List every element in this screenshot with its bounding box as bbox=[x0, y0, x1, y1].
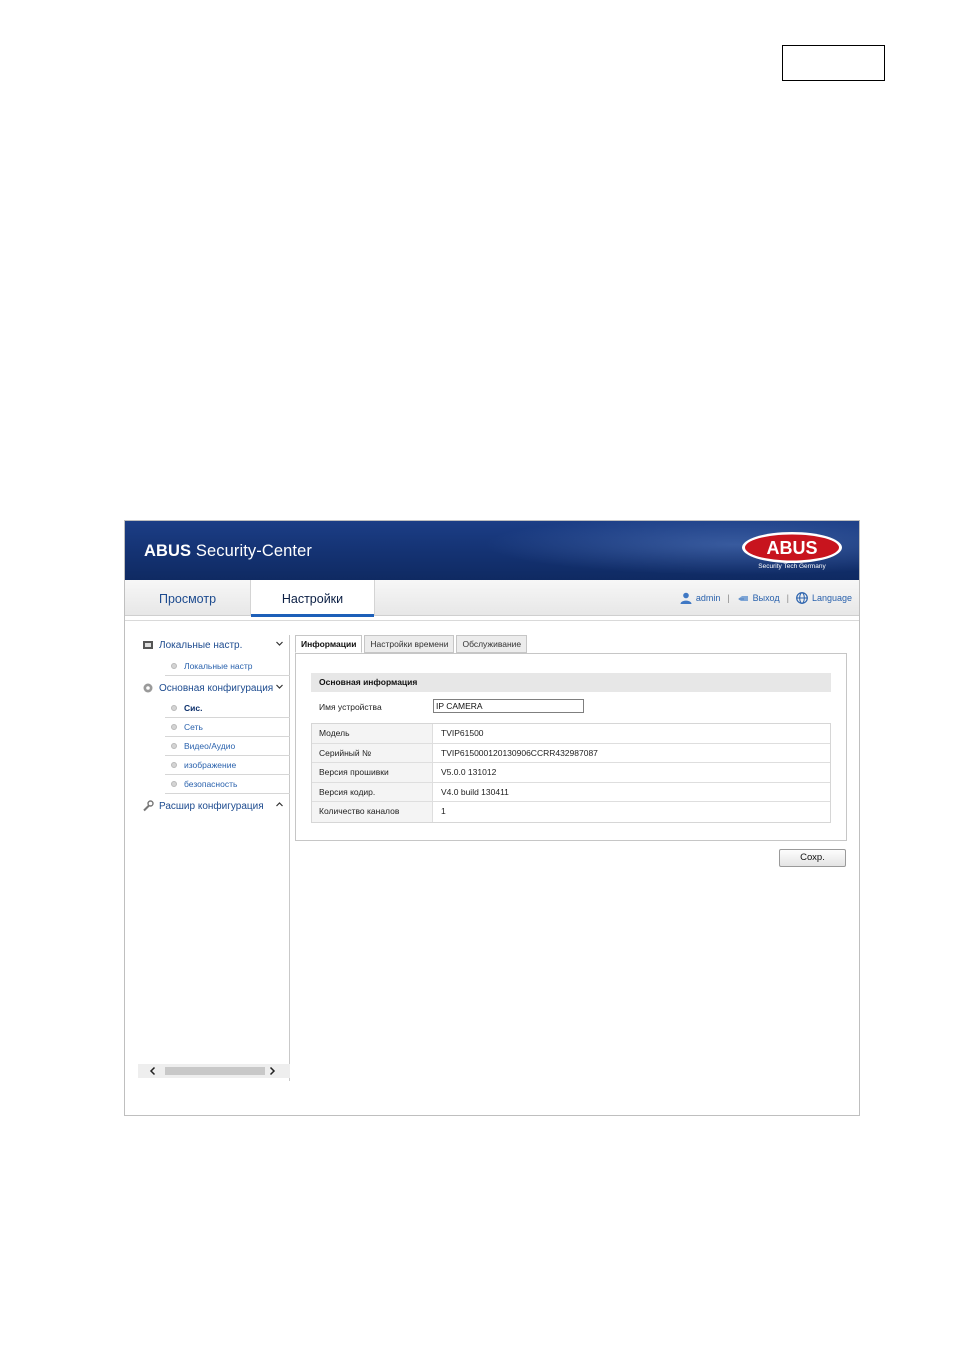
header-banner: ABUS Security-Center ABUS Security Tech … bbox=[125, 521, 859, 580]
separator: | bbox=[786, 593, 789, 603]
top-navbar: Просмотр Настройки admin | Выход | Langu… bbox=[125, 580, 859, 617]
bullet-icon bbox=[171, 663, 177, 669]
bullet-icon bbox=[171, 743, 177, 749]
table-row: Версия кодир. V4.0 build 130411 bbox=[312, 782, 830, 803]
tab-time-settings[interactable]: Настройки времени bbox=[364, 635, 455, 653]
abus-logo-icon: ABUS bbox=[742, 532, 842, 563]
logout-link[interactable]: Выход bbox=[737, 592, 780, 604]
chevron-down-icon bbox=[276, 641, 283, 646]
scroll-left-icon[interactable] bbox=[148, 1066, 158, 1076]
sidebar-item-label: изображение bbox=[184, 760, 237, 770]
table-row: Серийный № TVIP615000120130906CCRR432987… bbox=[312, 743, 830, 764]
sidebar-item-label: Видео/Аудио bbox=[184, 741, 236, 751]
row-value: TVIP61500 bbox=[441, 728, 484, 738]
sidebar-section-local[interactable]: Локальные настр. bbox=[138, 637, 290, 655]
tab-maintenance[interactable]: Обслуживание bbox=[456, 635, 528, 653]
user-icon bbox=[680, 592, 692, 604]
bullet-icon bbox=[171, 762, 177, 768]
tab-information[interactable]: Информации bbox=[295, 635, 363, 653]
sidebar-item-network[interactable]: Сеть bbox=[165, 718, 290, 737]
device-name-input[interactable] bbox=[433, 699, 584, 713]
row-label: Количество каналов bbox=[312, 802, 433, 822]
sidebar-section-label: Основная конфигурация bbox=[159, 683, 274, 694]
save-button[interactable]: Сохр. bbox=[779, 849, 846, 867]
sidebar-item-local-settings[interactable]: Локальные настр bbox=[165, 657, 290, 676]
logo-tagline: Security Tech Germany bbox=[758, 563, 826, 570]
row-label: Версия прошивки bbox=[312, 763, 433, 782]
row-value: 1 bbox=[441, 806, 446, 817]
sidebar-item-label: Сис. bbox=[184, 703, 203, 713]
logout-icon bbox=[737, 596, 748, 601]
row-value: V5.0.0 131012 bbox=[441, 767, 497, 778]
language-link[interactable]: Language bbox=[796, 592, 852, 604]
page-number-box bbox=[782, 45, 885, 81]
nav-tab-settings[interactable]: Настройки bbox=[250, 580, 375, 617]
row-value: TVIP615000120130906CCRR432987087 bbox=[441, 747, 598, 758]
sidebar: Локальные настр. Локальные настр Основна… bbox=[138, 635, 290, 1081]
row-value: V4.0 build 130411 bbox=[441, 786, 509, 797]
app-window: ABUS Security-Center ABUS Security Tech … bbox=[124, 520, 860, 1116]
sidebar-section-label: Локальные настр. bbox=[159, 640, 243, 651]
bullet-icon bbox=[171, 705, 177, 711]
row-label: Серийный № bbox=[312, 743, 433, 763]
basic-config-icon bbox=[143, 683, 153, 693]
sidebar-item-label: Локальные настр bbox=[184, 661, 253, 671]
brand-title-rest: Security-Center bbox=[191, 542, 312, 560]
separator: | bbox=[727, 593, 730, 603]
language-label: Language bbox=[811, 593, 852, 603]
sidebar-section-advanced[interactable]: Расшир конфигурация bbox=[138, 798, 290, 816]
settings-tabs: Информации Настройки времени Обслуживани… bbox=[295, 635, 529, 653]
sidebar-item-security[interactable]: безопасность bbox=[165, 775, 290, 794]
table-row: Количество каналов 1 bbox=[312, 802, 830, 822]
scrollbar-thumb[interactable] bbox=[165, 1067, 265, 1075]
logo-text: ABUS bbox=[766, 538, 817, 558]
bullet-icon bbox=[171, 781, 177, 787]
logout-label: Выход bbox=[752, 593, 780, 603]
sidebar-section-label: Расшир конфигурация bbox=[159, 801, 264, 812]
chevron-up-icon bbox=[276, 802, 283, 807]
device-name-label: Имя устройства bbox=[319, 702, 382, 712]
chevron-down-icon bbox=[276, 684, 283, 689]
sidebar-item-system[interactable]: Сис. bbox=[165, 699, 290, 718]
panel-title: Основная информация bbox=[311, 673, 831, 692]
bullet-icon bbox=[171, 724, 177, 730]
sidebar-section-basic[interactable]: Основная конфигурация bbox=[138, 680, 290, 698]
sidebar-item-video-audio[interactable]: Видео/Аудио bbox=[165, 737, 290, 756]
user-account[interactable]: admin bbox=[680, 592, 721, 604]
sidebar-item-label: Сеть bbox=[184, 722, 203, 732]
row-label: Версия кодир. bbox=[312, 782, 433, 802]
globe-icon bbox=[796, 592, 808, 604]
wrench-icon bbox=[143, 800, 154, 812]
row-label: Модель bbox=[312, 724, 433, 743]
local-settings-icon bbox=[143, 641, 153, 649]
sidebar-item-label: безопасность bbox=[184, 779, 238, 789]
table-row: Версия прошивки V5.0.0 131012 bbox=[312, 763, 830, 783]
nav-tab-live-view[interactable]: Просмотр bbox=[125, 580, 250, 616]
info-panel: Основная информация Имя устройства Модел… bbox=[295, 653, 847, 841]
brand-title: ABUS Security-Center bbox=[144, 542, 312, 561]
device-name-row: Имя устройства bbox=[311, 698, 831, 716]
scroll-right-icon[interactable] bbox=[267, 1066, 277, 1076]
brand-title-bold: ABUS bbox=[144, 542, 192, 560]
info-table: Модель TVIP61500 Серийный № TVIP61500012… bbox=[311, 723, 831, 823]
user-bar: admin | Выход | Language bbox=[680, 580, 852, 616]
user-name: admin bbox=[695, 593, 721, 603]
table-row: Модель TVIP61500 bbox=[312, 724, 830, 744]
sidebar-item-image[interactable]: изображение bbox=[165, 756, 290, 775]
content-area: Локальные настр. Локальные настр Основна… bbox=[125, 620, 859, 1115]
sidebar-horizontal-scrollbar[interactable] bbox=[138, 1064, 290, 1078]
